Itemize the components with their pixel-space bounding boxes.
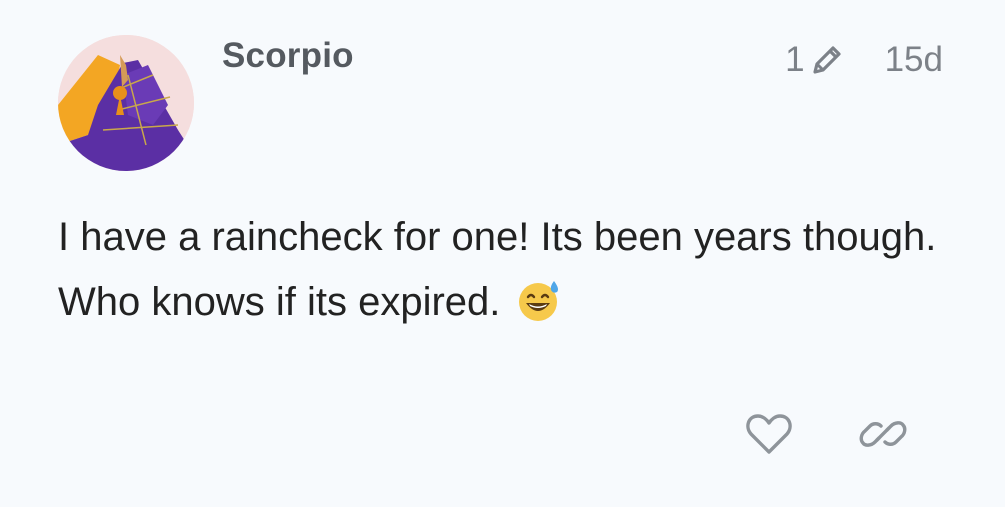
edit-count: 1	[785, 40, 805, 79]
post: Scorpio 1 15d I have a raincheck for one…	[0, 0, 1005, 507]
avatar[interactable]	[58, 35, 194, 171]
share-link-button[interactable]	[854, 408, 912, 462]
post-meta: 1 15d	[785, 40, 943, 80]
sweat-smile-emoji	[516, 277, 562, 323]
post-date[interactable]: 15d	[885, 40, 943, 80]
post-body: I have a raincheck for one! Its been yea…	[58, 205, 958, 335]
post-text: I have a raincheck for one! Its been yea…	[58, 215, 937, 324]
edit-history-button[interactable]: 1	[785, 40, 844, 80]
heart-icon	[745, 412, 793, 459]
pencil-icon	[809, 42, 845, 78]
like-button[interactable]	[740, 408, 798, 462]
link-icon	[859, 412, 907, 459]
username-link[interactable]: Scorpio	[222, 36, 354, 76]
post-actions	[740, 408, 912, 462]
